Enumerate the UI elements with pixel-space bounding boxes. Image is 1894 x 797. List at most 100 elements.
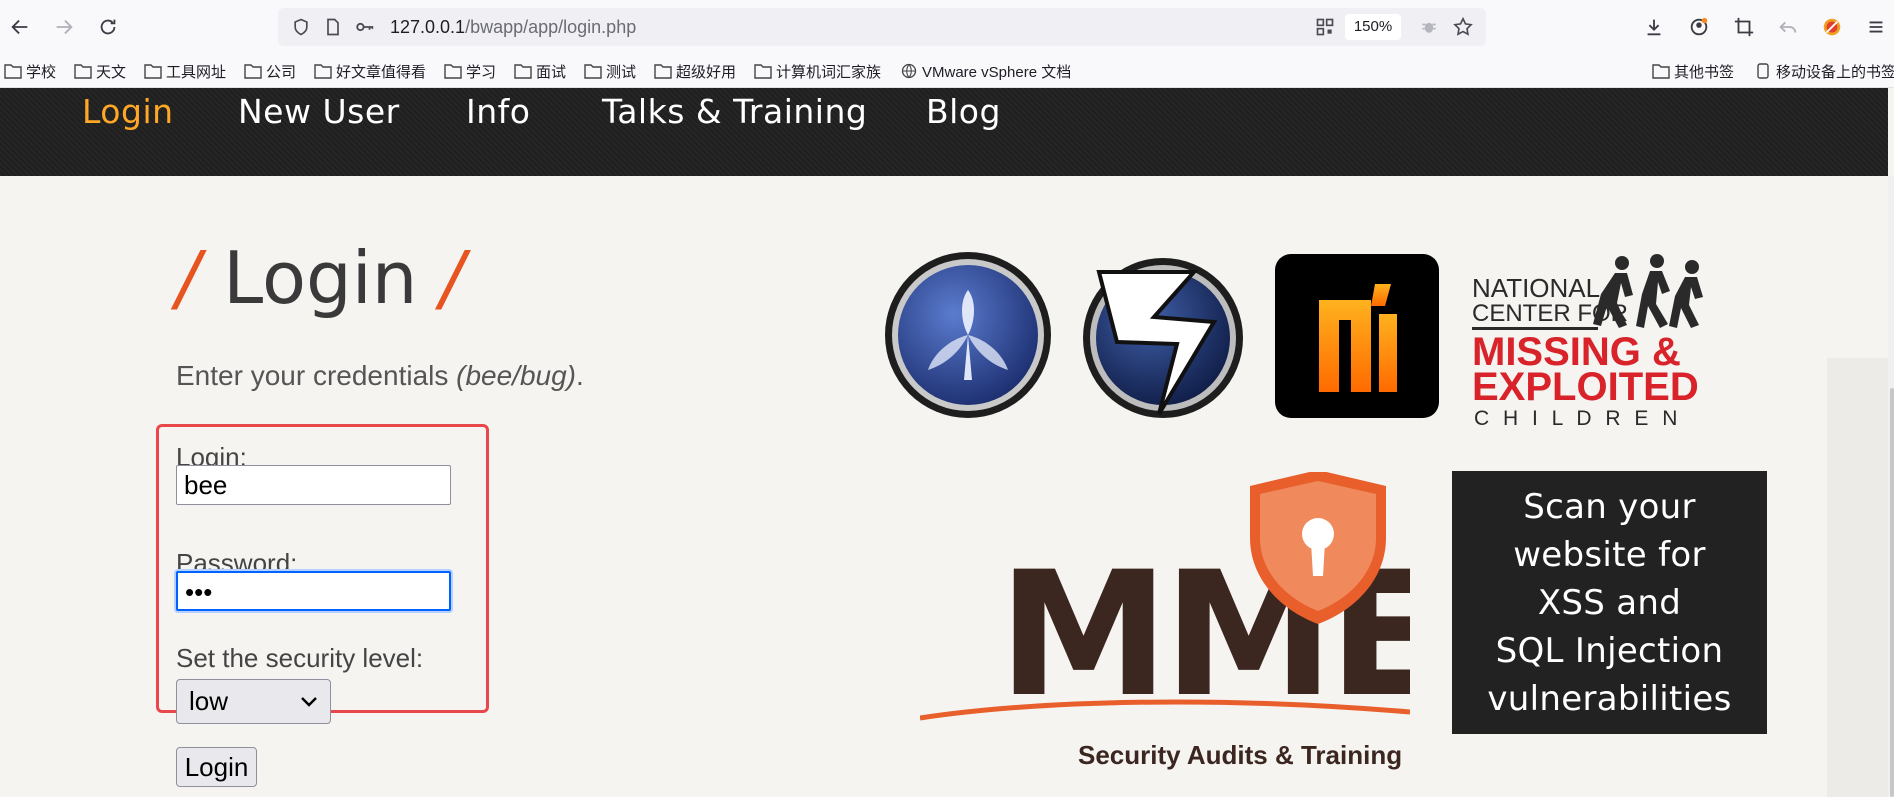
folder-icon: [144, 64, 162, 79]
folder-icon: [244, 64, 262, 79]
url-path: /bwapp/app/login.php: [465, 17, 637, 37]
bookmark-label: 测试: [606, 63, 637, 81]
bookmark-folder[interactable]: 测试: [584, 60, 636, 82]
bookmark-label: 学校: [26, 63, 57, 81]
menu-icon[interactable]: [1860, 11, 1892, 43]
folder-icon: [74, 64, 92, 79]
bookmark-label: 公司: [266, 63, 297, 81]
page-icon[interactable]: [322, 16, 344, 38]
folder-icon: [314, 64, 332, 79]
title-text: Login: [223, 236, 418, 320]
mme-tagline: Security Audits & Training: [1078, 740, 1402, 770]
folder-icon: [444, 64, 462, 79]
bookmark-label: 超级好用: [676, 63, 737, 81]
zoom-level-badge[interactable]: 150%: [1345, 14, 1401, 40]
nav-blog[interactable]: Blog: [926, 90, 1001, 134]
undo-icon[interactable]: [1772, 11, 1804, 43]
mobile-bookmarks-folder[interactable]: 移动设备上的书签: [1754, 60, 1894, 82]
bug-icon[interactable]: [1418, 16, 1440, 38]
bookmark-folder[interactable]: 学习: [444, 60, 496, 82]
bookmark-label: 好文章值得看: [336, 63, 427, 81]
nav-talks-training[interactable]: Talks & Training: [602, 90, 867, 134]
ad-text: Scan your website for XSS and SQL Inject…: [1460, 483, 1760, 723]
ad-line: vulnerabilities: [1487, 678, 1732, 719]
owasp-logo[interactable]: [883, 250, 1053, 425]
ncmec-line-1: NATIONAL: [1472, 273, 1600, 303]
instruction-hint: (bee/bug): [456, 360, 577, 391]
ad-line: XSS and: [1537, 582, 1682, 623]
ncmec-logo[interactable]: NATIONAL CENTER FOR MISSING & EXPLOITED …: [1472, 253, 1742, 430]
reload-icon[interactable]: [92, 11, 124, 43]
download-icon[interactable]: [1638, 11, 1670, 43]
ad-line: SQL Injection: [1495, 630, 1724, 671]
netsparker-logo[interactable]: [1275, 254, 1439, 418]
nav-info[interactable]: Info: [466, 90, 530, 134]
ncmec-line-5: C H I L D R E N: [1474, 407, 1681, 428]
page-content: Login New User Info Talks & Training Blo…: [0, 88, 1894, 797]
key-icon[interactable]: [354, 16, 376, 38]
bookmark-folder[interactable]: 超级好用: [654, 60, 736, 82]
forward-icon[interactable]: [48, 11, 80, 43]
bookmark-label: 其他书签: [1674, 63, 1735, 81]
crop-screenshot-icon[interactable]: [1728, 11, 1760, 43]
login-submit-button[interactable]: Login: [176, 747, 257, 787]
credentials-instruction: Enter your credentials (bee/bug).: [176, 360, 584, 392]
mobile-device-icon: [1757, 63, 1769, 79]
url-host: 127.0.0.1: [390, 17, 466, 37]
bookmark-folder[interactable]: 公司: [244, 60, 296, 82]
folder-icon: [754, 64, 772, 79]
bookmark-folder[interactable]: 天文: [74, 60, 126, 82]
ad-line: Scan your: [1523, 486, 1696, 527]
instruction-end: .: [576, 360, 584, 391]
folder-icon: [514, 64, 532, 79]
nav-login[interactable]: Login: [82, 90, 174, 134]
bookmark-folder[interactable]: 面试: [514, 60, 566, 82]
ncmec-line-4: EXPLOITED: [1472, 365, 1699, 409]
globe-icon: [901, 63, 917, 79]
bookmark-label: 移动设备上的书签: [1776, 63, 1894, 81]
bookmarks-bar: 学校 天文 工具网址 公司 好文章值得看 学习 面试 测试 超级好用 计算机词汇…: [0, 54, 1894, 88]
bookmark-folder[interactable]: 工具网址: [144, 60, 226, 82]
bookmark-link[interactable]: VMware vSphere 文档: [900, 60, 1071, 82]
title-slash-right: /: [440, 236, 465, 320]
account-icon[interactable]: [1683, 11, 1715, 43]
content-edge-shade: [1827, 358, 1888, 797]
browser-toolbar: 127.0.0.1/bwapp/app/login.php 150%: [0, 0, 1894, 54]
zap-logo[interactable]: [1079, 250, 1247, 425]
folder-icon: [654, 64, 672, 79]
ad-line: website for: [1513, 534, 1706, 575]
folder-icon: [4, 64, 22, 79]
bookmark-label: 面试: [536, 63, 567, 81]
bookmark-folder[interactable]: 好文章值得看: [314, 60, 426, 82]
bookmark-label: 计算机词汇家族: [776, 63, 882, 81]
scanner-ad-banner[interactable]: Scan your website for XSS and SQL Inject…: [1452, 471, 1767, 734]
shield-icon[interactable]: [290, 16, 312, 38]
bookmark-folder[interactable]: 学校: [4, 60, 56, 82]
page-title: / Login /: [176, 238, 465, 318]
nav-new-user[interactable]: New User: [238, 90, 400, 134]
back-icon[interactable]: [4, 11, 36, 43]
url-text[interactable]: 127.0.0.1/bwapp/app/login.php: [390, 16, 636, 38]
site-navigation: Login New User Info Talks & Training Blo…: [0, 88, 1888, 176]
chevron-down-icon: [301, 697, 317, 707]
qr-code-icon[interactable]: [1314, 16, 1336, 38]
security-level-select[interactable]: low: [176, 679, 331, 724]
password-input[interactable]: •••: [176, 571, 451, 611]
url-bar[interactable]: 127.0.0.1/bwapp/app/login.php 150%: [278, 8, 1486, 46]
bookmark-label: 工具网址: [166, 63, 227, 81]
login-input[interactable]: bee: [176, 465, 451, 505]
bookmark-label: 天文: [96, 63, 127, 81]
security-level-value: low: [189, 686, 229, 716]
bookmark-folder[interactable]: 计算机词汇家族: [754, 60, 881, 82]
bookmark-label: 学习: [466, 63, 497, 81]
mme-logo[interactable]: MME Security Audits & Training: [919, 470, 1446, 772]
bookmark-star-icon[interactable]: [1452, 16, 1474, 38]
instruction-text: Enter your credentials: [176, 360, 449, 391]
security-level-label: Set the security level:: [176, 643, 424, 673]
other-bookmarks-folder[interactable]: 其他书签: [1652, 60, 1734, 82]
folder-icon: [1652, 64, 1670, 79]
folder-icon: [584, 64, 602, 79]
scrollbar-thumb[interactable]: [1890, 388, 1894, 797]
title-slash-left: /: [176, 236, 201, 320]
block-extension-icon[interactable]: [1816, 11, 1848, 43]
